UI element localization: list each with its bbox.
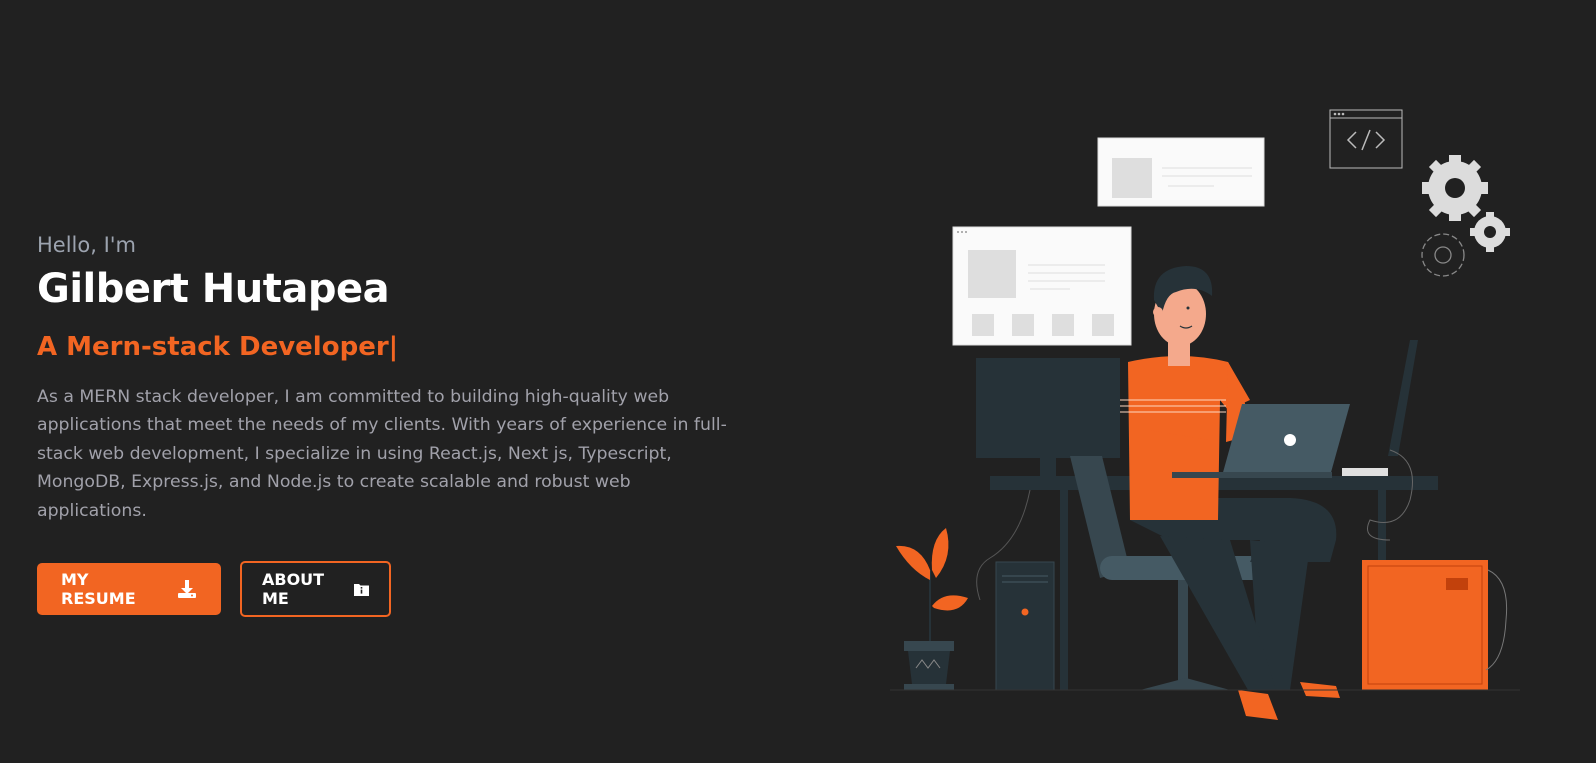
my-resume-button[interactable]: MY RESUME bbox=[37, 563, 221, 615]
download-icon bbox=[177, 579, 197, 599]
intro-block: Hello, I'm Gilbert Hutapea A Mern-stack … bbox=[37, 232, 737, 525]
webpage-card-lower bbox=[952, 226, 1132, 346]
orange-cabinet bbox=[1362, 560, 1508, 690]
code-window-icon bbox=[1329, 109, 1403, 169]
pc-tower bbox=[995, 561, 1055, 691]
desk-device bbox=[1342, 468, 1388, 476]
gears-icon bbox=[1421, 155, 1510, 277]
developer-name: Gilbert Hutapea bbox=[37, 266, 390, 312]
hero-section: Hello, I'm Gilbert Hutapea A Mern-stack … bbox=[0, 0, 1596, 763]
developer-at-desk-illustration bbox=[890, 109, 1520, 720]
about-me-button[interactable]: ABOUT ME bbox=[240, 561, 391, 617]
about-me-label: ABOUT ME bbox=[262, 570, 325, 608]
hero-actions: MY RESUME ABOUT ME bbox=[37, 561, 391, 617]
my-resume-label: MY RESUME bbox=[61, 570, 136, 608]
greeting-text: Hello, I'm bbox=[37, 233, 137, 257]
info-folder-icon bbox=[354, 582, 369, 596]
role-typewriter: A Mern-stack Developer| bbox=[37, 332, 399, 362]
webpage-card-upper bbox=[1097, 137, 1265, 207]
developer-figure bbox=[1120, 266, 1340, 720]
bio-paragraph: As a MERN stack developer, I am committe… bbox=[37, 387, 727, 521]
plant bbox=[896, 528, 968, 690]
